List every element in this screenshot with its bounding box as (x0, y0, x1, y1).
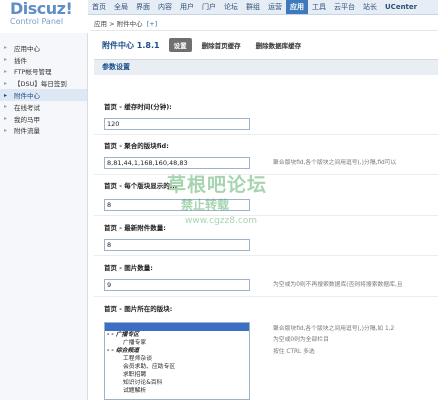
select-option-group[interactable]: - - 综合频道 (105, 347, 249, 355)
image-forums-desc-ctrl: 按住 CTRL 多选 (273, 349, 315, 355)
nav-operations[interactable]: 运营 (264, 0, 286, 14)
sidebar-item-label: 在线考试 (14, 103, 40, 112)
latest-input[interactable] (104, 239, 250, 251)
nav-content[interactable]: 内容 (154, 0, 176, 14)
sidebar-item-attachment-traffic[interactable]: ▸ 附件流量 (0, 125, 87, 137)
breadcrumb: 应用 > 附件中心 [+] (90, 17, 438, 31)
divider (94, 174, 438, 175)
chevron-right-icon: ▸ (4, 56, 8, 64)
sidebar-item-label: 插件 (14, 56, 27, 65)
select-option[interactable]: 工程师杂谈 (105, 355, 249, 363)
nav-global[interactable]: 全局 (110, 0, 132, 14)
nav-forum[interactable]: 论坛 (220, 0, 242, 14)
latest-label: 首页 - 最新附件数量: (104, 224, 166, 232)
select-option[interactable]: 求职招聘 (105, 371, 249, 379)
top-nav: 首页 全局 界面 内容 用户 门户 论坛 群组 运营 应用 工具 云平台 站长 … (88, 0, 438, 15)
sidebar-item-ftp[interactable]: ▸ FTP帐号管理 (0, 66, 87, 78)
divider (94, 296, 438, 297)
sidebar-item-label: 【DSU】每日签到 (14, 80, 67, 89)
nav-apps[interactable]: 应用 (286, 0, 308, 14)
divider (94, 255, 438, 256)
select-option[interactable]: 会员求助、应助专区 (105, 363, 249, 371)
nav-interface[interactable]: 界面 (132, 0, 154, 14)
chevron-right-icon: ▸ (4, 103, 8, 111)
chevron-right-icon: ▸ (4, 126, 8, 134)
nav-tools[interactable]: 工具 (308, 0, 330, 14)
image-forums-desc-empty: 为空或0则为全部栏目 (273, 337, 329, 343)
nav-ucenter[interactable]: UCenter (381, 0, 421, 14)
divider (94, 215, 438, 216)
cache-time-label: 首页 - 缓存时间(分钟): (104, 103, 172, 111)
image-forums-select[interactable]: - - 广播专区 广播专家 - - 综合频道 工程师杂谈 会员求助、应助专区 求… (104, 322, 250, 400)
chevron-right-icon: ▸ (4, 79, 8, 87)
chevron-right-icon: ▸ (4, 115, 8, 123)
forum-ids-input[interactable] (104, 157, 250, 169)
logo-brand: Discuz! (10, 0, 73, 18)
logo[interactable]: Discuz! Control Panel (0, 0, 88, 33)
main-content: 应用 > 附件中心 [+] 附件中心 1.8.1 设置 删除首页缓存 删除数据库… (90, 17, 438, 400)
select-option[interactable]: 知识讨论&百科 (105, 379, 249, 387)
cache-time-input[interactable] (104, 118, 250, 130)
sidebar-item-online-exam[interactable]: ▸ 在线考试 (0, 101, 87, 113)
add-shortcut-link[interactable]: [+] (147, 20, 158, 28)
logo-subtitle: Control Panel (10, 17, 64, 26)
select-option[interactable]: 广播专家 (105, 339, 249, 347)
per-forum-label: 首页 - 每个版块显示的... (104, 182, 178, 190)
plugin-title: 附件中心 1.8.1 (102, 40, 160, 50)
chevron-right-icon: ▸ (4, 67, 8, 75)
nav-webmaster[interactable]: 站长 (359, 0, 381, 14)
sidebar-item-label: FTP帐号管理 (14, 68, 52, 77)
sidebar-item-label: 我的马甲 (14, 115, 40, 124)
forum-ids-label: 首页 - 聚合的版块fid: (104, 142, 169, 150)
sidebar-item-plugins[interactable]: ▸ 插件 (0, 54, 87, 66)
sidebar-item-label: 应用中心 (14, 44, 40, 53)
select-option[interactable] (105, 323, 249, 331)
tab-clear-db-cache[interactable]: 删除数据库缓存 (251, 38, 307, 52)
images-input[interactable] (104, 279, 250, 291)
sidebar: ▸ 应用中心 ▸ 插件 ▸ FTP帐号管理 ▸ 【DSU】每日签到 ▸ 附件中心 ▸ 在线考… (0, 33, 88, 400)
nav-portal[interactable]: 门户 (198, 0, 220, 14)
divider (94, 134, 438, 135)
chevron-right-icon: ▸ (4, 44, 8, 52)
sidebar-item-attachment-center[interactable]: ▸ 附件中心 (0, 89, 87, 101)
select-option[interactable]: 试题解析 (105, 387, 249, 395)
sidebar-item-app-center[interactable]: ▸ 应用中心 (0, 42, 87, 54)
section-title: 参数设置 (94, 59, 438, 75)
nav-home[interactable]: 首页 (88, 0, 110, 14)
image-forums-desc: 聚合版块fid,各个版块之间用逗号(,)分隔,如 1,2 (273, 326, 395, 332)
tab-settings[interactable]: 设置 (168, 38, 192, 52)
sidebar-item-label: 附件中心 (14, 92, 40, 101)
images-desc: 为空或为0则不再搜索数据库(否则将搜索数据库,且 (273, 282, 403, 288)
sidebar-item-my-vest[interactable]: ▸ 我的马甲 (0, 113, 87, 125)
plugin-titlebar: 附件中心 1.8.1 设置 删除首页缓存 删除数据库缓存 (90, 36, 438, 54)
images-label: 首页 - 图片数量: (104, 264, 153, 272)
tab-clear-home-cache[interactable]: 删除首页缓存 (197, 38, 246, 52)
nav-users[interactable]: 用户 (176, 0, 198, 14)
nav-cloud[interactable]: 云平台 (330, 0, 359, 14)
select-option-group[interactable]: - - 广播专区 (105, 331, 249, 339)
nav-groups[interactable]: 群组 (242, 0, 264, 14)
per-forum-input[interactable] (104, 199, 250, 211)
forum-ids-desc: 聚合版块fid,各个版块之间用逗号(,)分隔,fid可以 (273, 160, 397, 166)
sidebar-item-daily-signin[interactable]: ▸ 【DSU】每日签到 (0, 77, 87, 89)
image-forums-label: 首页 - 图片所在的版块: (104, 305, 173, 313)
breadcrumb-text: 应用 > 附件中心 (94, 20, 143, 28)
chevron-right-icon: ▸ (4, 91, 8, 99)
sidebar-item-label: 附件流量 (14, 127, 40, 136)
